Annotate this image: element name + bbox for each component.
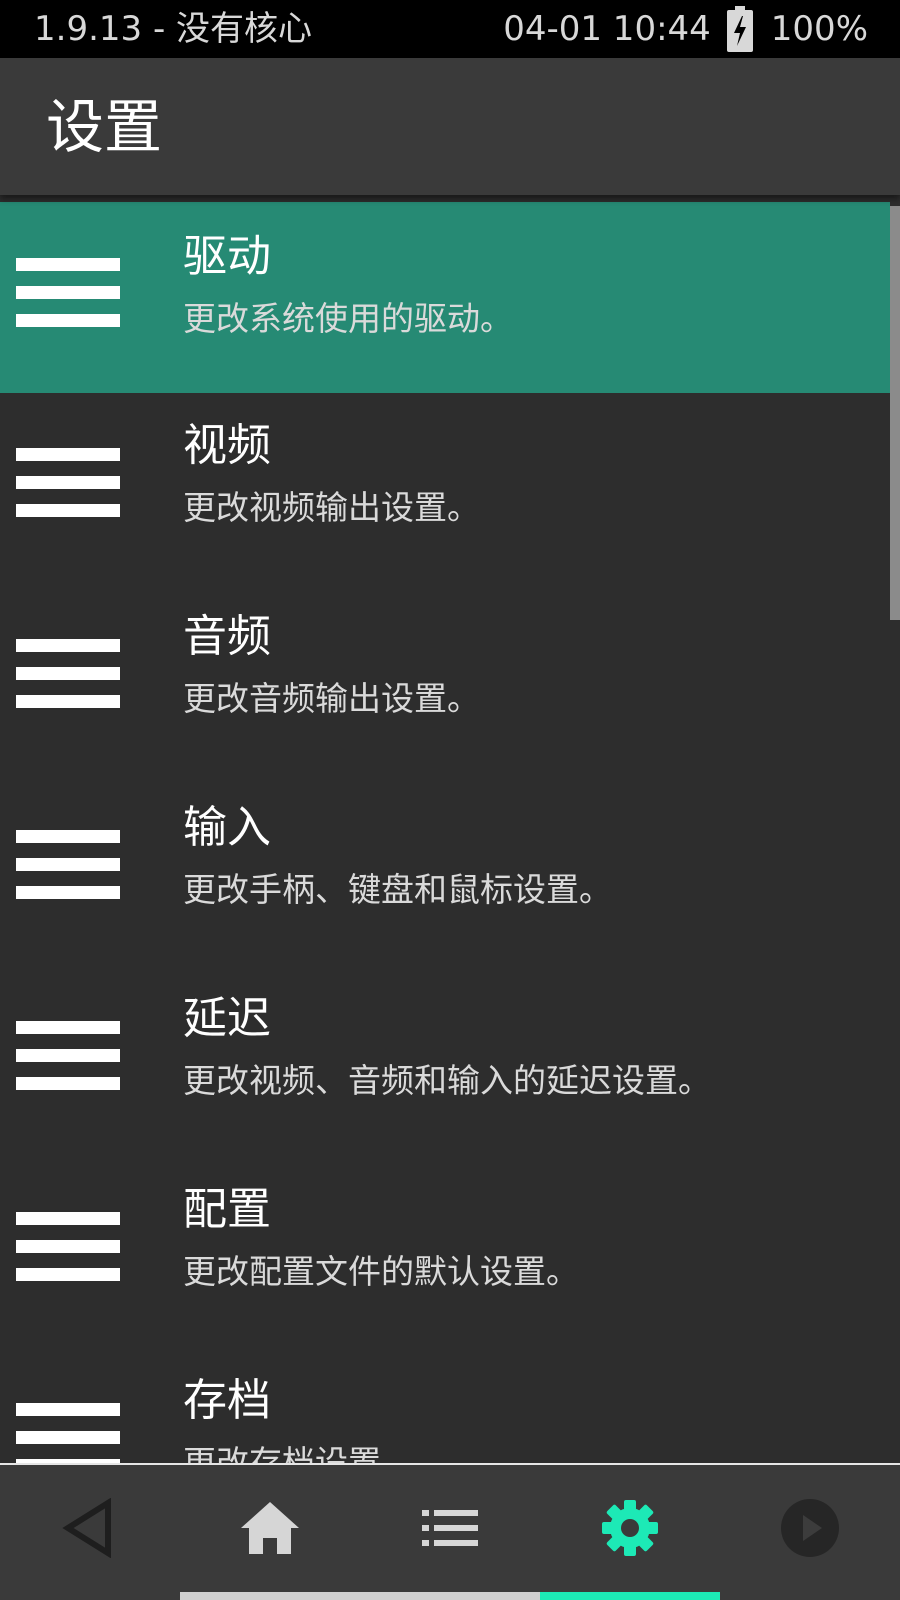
settings-item-subtitle: 更改视频输出设置。 [183, 488, 480, 527]
menu-lines-icon [16, 448, 120, 517]
settings-item-subtitle: 更改视频、音频和输入的延迟设置。 [183, 1061, 711, 1100]
settings-item-audio[interactable]: 音频 更改音频输出设置。 [0, 584, 890, 775]
status-battery-percent: 100% [770, 9, 868, 49]
settings-item-title: 延迟 [183, 993, 271, 1044]
settings-item-title: 存档 [183, 1375, 271, 1426]
settings-item-latency[interactable]: 延迟 更改视频、音频和输入的延迟设置。 [0, 966, 890, 1157]
menu-lines-icon [16, 1021, 120, 1090]
play-circle-icon [781, 1498, 839, 1557]
page-title: 设置 [46, 93, 163, 161]
menu-lines-icon [16, 639, 120, 708]
nav-home-button[interactable] [180, 1465, 360, 1590]
home-icon [241, 1501, 299, 1554]
settings-item-video[interactable]: 视频 更改视频输出设置。 [0, 393, 890, 584]
menu-lines-icon [16, 258, 120, 327]
settings-gear-icon [602, 1499, 658, 1556]
menu-lines-icon [16, 1212, 120, 1281]
menu-lines-icon [16, 830, 120, 899]
status-bar: 1.9.13 - 没有核心 04-01 10:44 100% [0, 0, 900, 58]
settings-item-title: 输入 [183, 802, 271, 853]
settings-item-subtitle: 更改手柄、键盘和鼠标设置。 [183, 870, 612, 909]
nav-playlists-button[interactable] [360, 1465, 540, 1590]
back-triangle-icon [62, 1497, 111, 1558]
menu-lines-icon [16, 1403, 120, 1463]
playlist-icon [422, 1509, 478, 1546]
settings-item-subtitle: 更改系统使用的驱动。 [183, 299, 513, 338]
status-version-text: 1.9.13 - 没有核心 [34, 9, 313, 49]
settings-item-driver[interactable]: 驱动 更改系统使用的驱动。 [0, 202, 890, 393]
settings-item-title: 驱动 [183, 231, 271, 282]
settings-item-saving[interactable]: 存档 更改存档设置。 [0, 1348, 890, 1463]
settings-list: 驱动 更改系统使用的驱动。 视频 更改视频输出设置。 音频 更改音频输出设置。 … [0, 195, 900, 1463]
settings-item-title: 视频 [183, 420, 271, 471]
status-right-group: 04-01 10:44 100% [503, 0, 868, 58]
settings-item-subtitle: 更改音频输出设置。 [183, 679, 480, 718]
settings-item-subtitle: 更改配置文件的默认设置。 [183, 1252, 579, 1291]
settings-item-title: 配置 [183, 1184, 271, 1235]
screen: 1.9.13 - 没有核心 04-01 10:44 100% 设置 驱动 更改系… [0, 0, 900, 1600]
bottom-nav-bar [0, 1465, 900, 1600]
battery-charging-icon [726, 6, 753, 52]
settings-item-subtitle: 更改存档设置。 [183, 1443, 414, 1463]
nav-run-button[interactable] [720, 1465, 900, 1590]
status-datetime: 04-01 10:44 [503, 9, 711, 49]
list-scrollbar[interactable] [890, 206, 900, 620]
nav-settings-button[interactable] [540, 1465, 720, 1590]
settings-item-input[interactable]: 输入 更改手柄、键盘和鼠标设置。 [0, 775, 890, 966]
app-bar: 设置 [0, 58, 900, 195]
settings-item-configuration[interactable]: 配置 更改配置文件的默认设置。 [0, 1157, 890, 1348]
settings-item-title: 音频 [183, 611, 271, 662]
nav-back-button[interactable] [0, 1465, 180, 1590]
nav-active-indicator [540, 1592, 720, 1600]
